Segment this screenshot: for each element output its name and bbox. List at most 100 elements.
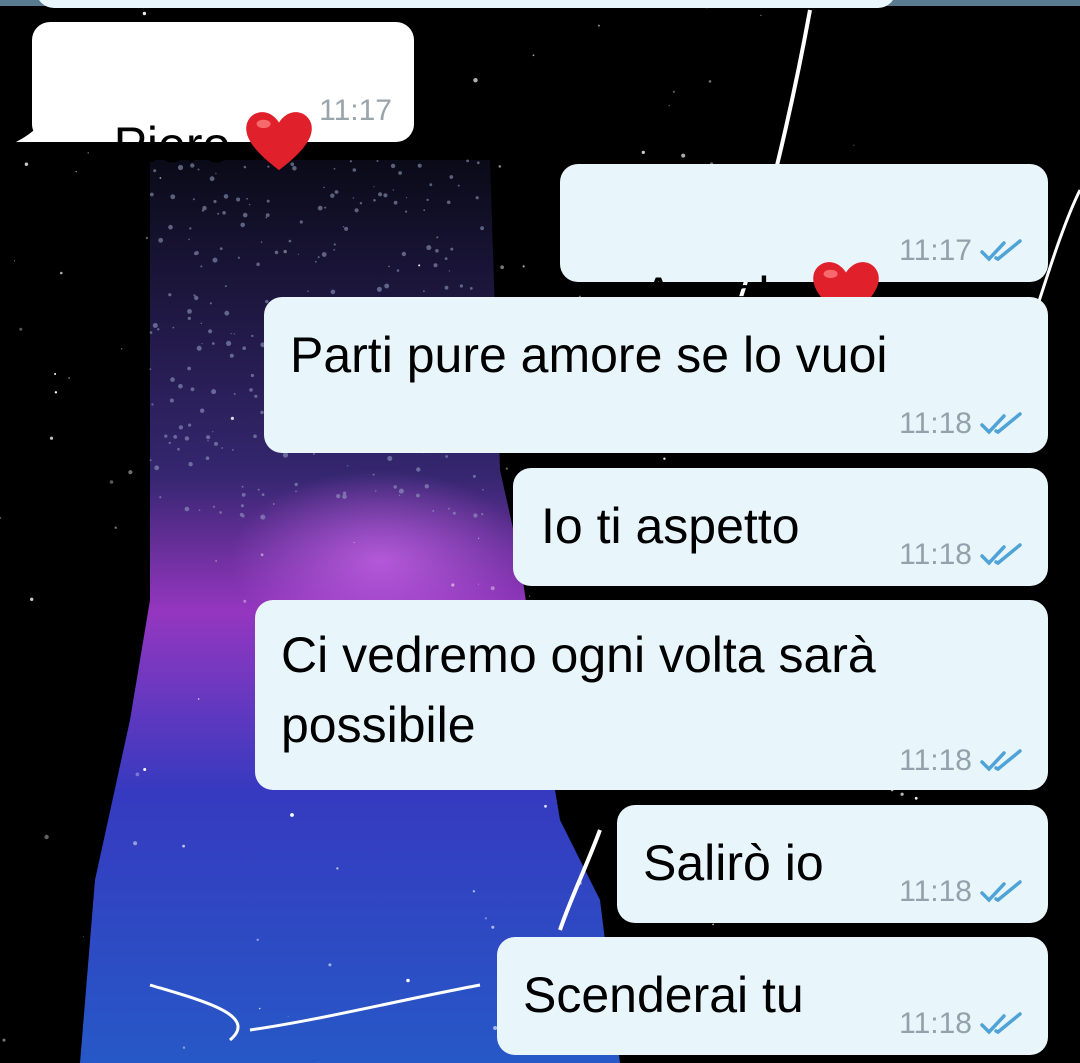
speckle (317, 256, 320, 259)
speckle (459, 284, 463, 288)
speckle (396, 269, 400, 272)
speckle (446, 200, 451, 205)
speckle (187, 366, 192, 371)
star (143, 768, 147, 771)
speckle (172, 326, 175, 329)
speckle (475, 196, 479, 200)
message-time: 11:18 (899, 1007, 972, 1040)
star (273, 503, 275, 505)
message-time: 11:17 (319, 94, 392, 127)
message-text: Scenderai tu (523, 967, 804, 1023)
speckle (251, 334, 254, 338)
message-meta: 11:18 (899, 744, 1026, 778)
star (491, 925, 495, 929)
speckle (450, 247, 454, 251)
speckle (307, 290, 309, 293)
speckle (232, 449, 234, 451)
speckle (334, 190, 339, 194)
star (243, 599, 247, 603)
speckle (230, 333, 232, 335)
speckle (466, 159, 469, 163)
speckle (416, 467, 421, 472)
speckle (472, 474, 476, 478)
star (472, 890, 476, 893)
speckle (200, 408, 205, 413)
speckle (226, 340, 232, 346)
speckle (157, 328, 160, 331)
speckle (200, 265, 203, 268)
star (478, 537, 480, 539)
message-bubble-outgoing[interactable]: Scenderai tu 11:18 (497, 937, 1048, 1055)
speckle (398, 494, 401, 497)
speckle (224, 285, 227, 288)
message-meta: 11:18 (899, 407, 1026, 441)
speckle (254, 394, 258, 398)
speckle (212, 257, 218, 263)
speckle (250, 373, 254, 378)
star (641, 150, 645, 154)
star (853, 144, 855, 146)
star (418, 264, 421, 267)
speckle (323, 186, 325, 189)
star (498, 165, 502, 168)
speckle (219, 511, 222, 514)
star (914, 796, 918, 800)
speckle (224, 310, 230, 316)
message-bubble-outgoing[interactable]: Io ti aspetto 11:18 (513, 468, 1048, 586)
speckle (314, 260, 317, 263)
speckle (152, 323, 158, 328)
speckle (212, 431, 214, 433)
star (68, 377, 70, 379)
star (182, 1046, 186, 1049)
double-check-icon (980, 239, 1022, 262)
speckle (445, 455, 448, 458)
star (505, 467, 508, 470)
speckle (240, 504, 244, 508)
speckle (344, 226, 349, 231)
speckle (375, 490, 377, 492)
message-bubble-outgoing[interactable]: Ci vedremo ogni volta sarà possibile 11:… (255, 600, 1048, 790)
star (336, 867, 339, 870)
star (522, 265, 525, 268)
star (142, 11, 147, 16)
speckle (383, 193, 388, 198)
speckle (435, 249, 439, 253)
message-bubble-incoming[interactable]: Piero 11:17 (32, 22, 414, 173)
speckle (214, 441, 218, 446)
star (529, 595, 531, 597)
star (258, 1007, 261, 1010)
speckle (312, 452, 315, 455)
speckle (168, 441, 171, 445)
speckle (187, 309, 192, 314)
star (24, 162, 29, 166)
double-check-icon (980, 1012, 1022, 1035)
speckle (229, 353, 234, 358)
star (478, 583, 479, 585)
star (900, 792, 904, 796)
message-bubble-outgoing[interactable]: Parti pure amore se lo vuoi 11:18 (264, 297, 1048, 453)
speckle (405, 197, 408, 199)
message-meta: 11:18 (899, 538, 1026, 572)
speckle (242, 346, 246, 351)
speckle (317, 205, 323, 211)
star (500, 265, 504, 270)
speckle (209, 302, 212, 305)
star (215, 559, 218, 562)
speckle (184, 506, 190, 512)
speckle (221, 447, 224, 449)
speckle (481, 513, 484, 516)
star (135, 772, 140, 777)
star (44, 834, 49, 840)
previous-message-bubble[interactable] (36, 0, 896, 8)
speckle (423, 290, 425, 293)
speckle (170, 377, 175, 382)
speckle (444, 257, 448, 260)
star (681, 153, 686, 158)
double-check-icon (980, 412, 1022, 435)
speckle (297, 253, 300, 255)
message-bubble-outgoing[interactable]: Angela 11:17 (560, 164, 1048, 323)
speckle (452, 511, 456, 515)
message-bubble-outgoing[interactable]: Salirò io 11:18 (617, 805, 1048, 923)
star (60, 271, 63, 275)
speckle (448, 270, 450, 272)
